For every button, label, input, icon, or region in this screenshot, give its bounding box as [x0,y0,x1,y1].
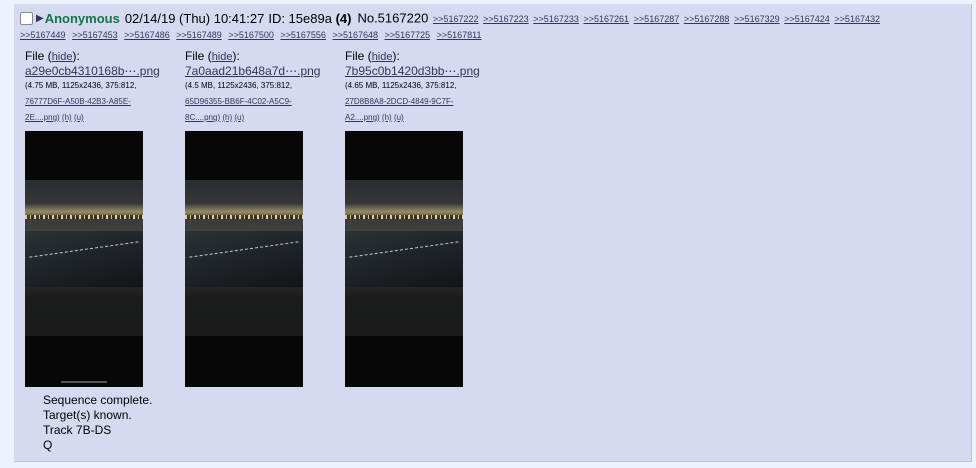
reply-link[interactable]: >>5167449 [20,30,66,40]
file-h-link[interactable]: (h) [222,113,232,122]
original-filename-link-end[interactable]: A2....png) [345,113,380,122]
photo-home-indicator [61,381,107,383]
reply-link[interactable]: >>5167489 [176,30,222,40]
post-container: ▶Anonymous 02/14/19 (Thu) 10:41:27 ID: 15e… [14,4,972,462]
reply-link[interactable]: >>5167233 [533,14,579,24]
photo-city-lights [25,215,143,219]
reply-link[interactable]: >>5167556 [280,30,326,40]
reply-link[interactable]: >>5167424 [784,14,830,24]
photo-city-lights [345,215,463,219]
file-thumbnail-2[interactable] [185,131,303,387]
file-details: (4.65 MB, 1125x2436, 375:812, 27D8B8A8-2… [345,78,505,126]
original-filename-link[interactable]: 76777D6F-A50B-42B3-A85E- [25,97,131,106]
file-details: (4.75 MB, 1125x2436, 375:812, 76777D6F-A… [25,78,185,126]
file-info-2: File (hide): 7a0aad21b648a7d⋯.png (4.5 M… [185,49,345,126]
reply-link[interactable]: >>5167648 [332,30,378,40]
photo-river [25,231,143,287]
file-meta: (4.65 MB, 1125x2436, 375:812, [345,81,457,90]
poster-id-count: (4) [335,10,352,26]
file-info-1: File (hide): a29e0cb4310168b⋯.png (4.75 … [25,49,185,126]
file-name-link[interactable]: a29e0cb4310168b⋯.png [25,64,185,78]
post-datetime: 02/14/19 (Thu) 10:41:27 [124,10,265,26]
reply-link[interactable]: >>5167500 [228,30,274,40]
hide-file-link[interactable]: hide [212,51,233,63]
file-name-link[interactable]: 7b95c0b1420d3bb⋯.png [345,64,505,78]
file-h-link[interactable]: (h) [62,113,72,122]
reply-link[interactable]: >>5167811 [437,30,482,40]
file-thumbnail-3[interactable] [345,131,463,387]
file-title: File (hide): [345,49,400,63]
post-header: ▶Anonymous 02/14/19 (Thu) 10:41:27 ID: 15e… [20,10,880,27]
file-thumbnail-1[interactable] [25,131,143,387]
file-meta: (4.5 MB, 1125x2436, 375:812, [185,81,293,90]
post-number[interactable]: No.5167220 [357,11,428,26]
post-comment: Sequence complete. Target(s) known. Trac… [43,393,152,453]
file-label: File [185,49,205,63]
original-filename-link-end[interactable]: 2E....png) [25,113,60,122]
file-details: (4.5 MB, 1125x2436, 375:812, 65D96355-BB… [185,78,345,126]
file-u-link[interactable]: (u) [394,113,404,122]
file-meta: (4.75 MB, 1125x2436, 375:812, [25,81,137,90]
reply-link[interactable]: >>5167223 [483,14,529,24]
poster-id[interactable]: ID: 15e89a (4) [268,11,351,26]
file-u-link[interactable]: (u) [74,113,84,122]
file-u-link[interactable]: (u) [234,113,244,122]
reply-link[interactable]: >>5167486 [124,30,170,40]
file-info-3: File (hide): 7b95c0b1420d3bb⋯.png (4.65 … [345,49,505,126]
photo-river [345,231,463,287]
photo-river [185,231,303,287]
reply-link[interactable]: >>5167222 [433,14,479,24]
reply-link[interactable]: >>5167287 [634,14,680,24]
file-title: File (hide): [25,49,80,63]
reply-links-row: >>5167449 >>5167453 >>5167486 >>5167489 … [20,28,965,43]
hide-file-link[interactable]: hide [52,51,73,63]
original-filename-link[interactable]: 27D8B8A8-2DCD-4849-9C7F- [345,97,454,106]
reply-link[interactable]: >>5167453 [72,30,118,40]
hide-file-link[interactable]: hide [372,51,393,63]
poster-name: Anonymous [44,10,120,26]
poster-id-label[interactable]: ID: 15e89a [268,11,332,26]
file-name-link[interactable]: 7a0aad21b648a7d⋯.png [185,64,345,78]
post-menu-arrow-icon[interactable]: ▶ [36,11,44,27]
file-title: File (hide): [185,49,240,63]
post-select-checkbox[interactable] [20,12,33,26]
file-label: File [345,49,365,63]
file-label: File [25,49,45,63]
reply-link[interactable]: >>5167725 [385,30,431,40]
comment-line: Q [43,438,53,452]
file-h-link[interactable]: (h) [382,113,392,122]
comment-line: Track 7B-DS [43,423,112,437]
comment-line: Sequence complete. [43,393,153,407]
reply-link[interactable]: >>5167288 [684,14,730,24]
comment-line: Target(s) known. [43,408,132,422]
photo-city-lights [185,215,303,219]
reply-link[interactable]: >>5167329 [734,14,780,24]
original-filename-link-end[interactable]: 8C....png) [185,113,220,122]
original-filename-link[interactable]: 65D96355-BB6F-4C02-A5C9- [185,97,292,106]
reply-link[interactable]: >>5167432 [834,14,880,24]
reply-link[interactable]: >>5167261 [583,14,629,24]
